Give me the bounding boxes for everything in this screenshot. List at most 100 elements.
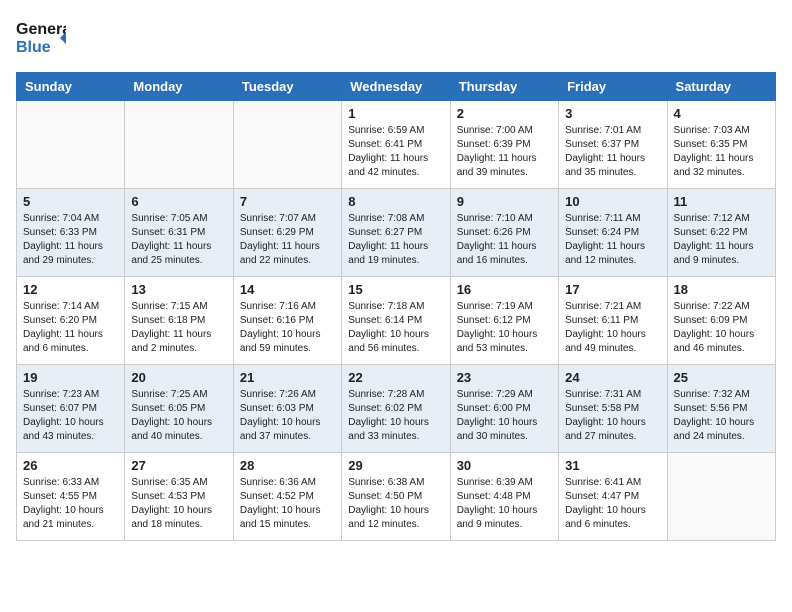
- day-info: Sunrise: 7:22 AM Sunset: 6:09 PM Dayligh…: [674, 300, 769, 356]
- weekday-header-monday: Monday: [125, 73, 233, 101]
- calendar-cell: 12 Sunrise: 7:14 AM Sunset: 6:20 PM Dayli…: [17, 277, 125, 365]
- day-info: Sunrise: 7:18 AM Sunset: 6:14 PM Dayligh…: [348, 300, 443, 356]
- calendar-cell: [125, 101, 233, 189]
- day-info: Sunrise: 7:12 AM Sunset: 6:22 PM Dayligh…: [674, 212, 769, 268]
- calendar-cell: 28 Sunrise: 6:36 AM Sunset: 4:52 PM Dayli…: [233, 453, 341, 541]
- calendar-week-row: 26 Sunrise: 6:33 AM Sunset: 4:55 PM Dayli…: [17, 453, 776, 541]
- calendar-cell: 8 Sunrise: 7:08 AM Sunset: 6:27 PM Daylig…: [342, 189, 450, 277]
- calendar-cell: 21Sunrise: 7:26 AM Sunset: 6:03 PM Dayli…: [233, 365, 341, 453]
- day-info: Sunrise: 7:08 AM Sunset: 6:27 PM Dayligh…: [348, 212, 443, 268]
- calendar-cell: 1Sunrise: 6:59 AM Sunset: 6:41 PM Daylig…: [342, 101, 450, 189]
- logo-svg: GeneralBlue: [16, 16, 66, 60]
- day-info: Sunrise: 7:01 AM Sunset: 6:37 PM Dayligh…: [565, 124, 660, 180]
- day-number: 28: [240, 458, 335, 473]
- day-number: 26: [23, 458, 118, 473]
- day-info: Sunrise: 7:23 AM Sunset: 6:07 PM Dayligh…: [23, 388, 118, 444]
- day-number: 7: [240, 194, 335, 209]
- calendar-cell: 4 Sunrise: 7:03 AM Sunset: 6:35 PM Daylig…: [667, 101, 775, 189]
- day-number: 13: [131, 282, 226, 297]
- calendar-cell: 19Sunrise: 7:23 AM Sunset: 6:07 PM Dayli…: [17, 365, 125, 453]
- calendar-cell: 13 Sunrise: 7:15 AM Sunset: 6:18 PM Dayli…: [125, 277, 233, 365]
- day-info: Sunrise: 7:21 AM Sunset: 6:11 PM Dayligh…: [565, 300, 660, 356]
- day-info: Sunrise: 7:28 AM Sunset: 6:02 PM Dayligh…: [348, 388, 443, 444]
- day-info: Sunrise: 7:07 AM Sunset: 6:29 PM Dayligh…: [240, 212, 335, 268]
- weekday-header-tuesday: Tuesday: [233, 73, 341, 101]
- day-number: 8: [348, 194, 443, 209]
- calendar-cell: 29 Sunrise: 6:38 AM Sunset: 4:50 PM Dayli…: [342, 453, 450, 541]
- calendar-cell: 31 Sunrise: 6:41 AM Sunset: 4:47 PM Dayli…: [559, 453, 667, 541]
- calendar-cell: 14 Sunrise: 7:16 AM Sunset: 6:16 PM Dayli…: [233, 277, 341, 365]
- day-number: 3: [565, 106, 660, 121]
- calendar-cell: 16 Sunrise: 7:19 AM Sunset: 6:12 PM Dayli…: [450, 277, 558, 365]
- calendar-cell: 11 Sunrise: 7:12 AM Sunset: 6:22 PM Dayli…: [667, 189, 775, 277]
- calendar-cell: 2 Sunrise: 7:00 AM Sunset: 6:39 PM Daylig…: [450, 101, 558, 189]
- day-info: Sunrise: 7:10 AM Sunset: 6:26 PM Dayligh…: [457, 212, 552, 268]
- day-info: Sunrise: 7:11 AM Sunset: 6:24 PM Dayligh…: [565, 212, 660, 268]
- calendar-cell: 26 Sunrise: 6:33 AM Sunset: 4:55 PM Dayli…: [17, 453, 125, 541]
- day-number: 30: [457, 458, 552, 473]
- day-number: 5: [23, 194, 118, 209]
- weekday-header-thursday: Thursday: [450, 73, 558, 101]
- day-info: Sunrise: 7:15 AM Sunset: 6:18 PM Dayligh…: [131, 300, 226, 356]
- day-number: 6: [131, 194, 226, 209]
- day-info: Sunrise: 7:03 AM Sunset: 6:35 PM Dayligh…: [674, 124, 769, 180]
- day-number: 20: [131, 370, 226, 385]
- day-info: Sunrise: 7:31 AM Sunset: 5:58 PM Dayligh…: [565, 388, 660, 444]
- day-info: Sunrise: 6:38 AM Sunset: 4:50 PM Dayligh…: [348, 476, 443, 532]
- day-number: 4: [674, 106, 769, 121]
- day-number: 27: [131, 458, 226, 473]
- day-info: Sunrise: 6:59 AM Sunset: 6:41 PM Dayligh…: [348, 124, 443, 180]
- day-info: Sunrise: 6:35 AM Sunset: 4:53 PM Dayligh…: [131, 476, 226, 532]
- calendar-cell: 25Sunrise: 7:32 AM Sunset: 5:56 PM Dayli…: [667, 365, 775, 453]
- calendar-cell: 9 Sunrise: 7:10 AM Sunset: 6:26 PM Daylig…: [450, 189, 558, 277]
- calendar-week-row: 19Sunrise: 7:23 AM Sunset: 6:07 PM Dayli…: [17, 365, 776, 453]
- day-number: 11: [674, 194, 769, 209]
- day-number: 16: [457, 282, 552, 297]
- calendar-week-row: 5Sunrise: 7:04 AM Sunset: 6:33 PM Daylig…: [17, 189, 776, 277]
- day-info: Sunrise: 6:36 AM Sunset: 4:52 PM Dayligh…: [240, 476, 335, 532]
- calendar-cell: 22 Sunrise: 7:28 AM Sunset: 6:02 PM Dayli…: [342, 365, 450, 453]
- day-number: 10: [565, 194, 660, 209]
- day-info: Sunrise: 7:29 AM Sunset: 6:00 PM Dayligh…: [457, 388, 552, 444]
- calendar-cell: 15Sunrise: 7:18 AM Sunset: 6:14 PM Dayli…: [342, 277, 450, 365]
- calendar-cell: 24 Sunrise: 7:31 AM Sunset: 5:58 PM Dayli…: [559, 365, 667, 453]
- calendar-cell: 5Sunrise: 7:04 AM Sunset: 6:33 PM Daylig…: [17, 189, 125, 277]
- weekday-header-wednesday: Wednesday: [342, 73, 450, 101]
- calendar-cell: 6Sunrise: 7:05 AM Sunset: 6:31 PM Daylig…: [125, 189, 233, 277]
- calendar-table: SundayMondayTuesdayWednesdayThursdayFrid…: [16, 72, 776, 541]
- weekday-header-sunday: Sunday: [17, 73, 125, 101]
- calendar-week-row: 1Sunrise: 6:59 AM Sunset: 6:41 PM Daylig…: [17, 101, 776, 189]
- day-number: 24: [565, 370, 660, 385]
- day-number: 18: [674, 282, 769, 297]
- svg-text:Blue: Blue: [16, 39, 51, 56]
- day-number: 9: [457, 194, 552, 209]
- day-number: 31: [565, 458, 660, 473]
- page-header: GeneralBlue: [16, 16, 776, 60]
- calendar-cell: 3 Sunrise: 7:01 AM Sunset: 6:37 PM Daylig…: [559, 101, 667, 189]
- day-number: 2: [457, 106, 552, 121]
- day-info: Sunrise: 6:39 AM Sunset: 4:48 PM Dayligh…: [457, 476, 552, 532]
- calendar-cell: 18 Sunrise: 7:22 AM Sunset: 6:09 PM Dayli…: [667, 277, 775, 365]
- logo: GeneralBlue: [16, 16, 66, 60]
- calendar-cell: 17 Sunrise: 7:21 AM Sunset: 6:11 PM Dayli…: [559, 277, 667, 365]
- day-number: 17: [565, 282, 660, 297]
- day-number: 29: [348, 458, 443, 473]
- day-info: Sunrise: 6:33 AM Sunset: 4:55 PM Dayligh…: [23, 476, 118, 532]
- calendar-cell: 23Sunrise: 7:29 AM Sunset: 6:00 PM Dayli…: [450, 365, 558, 453]
- day-number: 12: [23, 282, 118, 297]
- day-info: Sunrise: 7:00 AM Sunset: 6:39 PM Dayligh…: [457, 124, 552, 180]
- day-info: Sunrise: 7:16 AM Sunset: 6:16 PM Dayligh…: [240, 300, 335, 356]
- day-info: Sunrise: 7:25 AM Sunset: 6:05 PM Dayligh…: [131, 388, 226, 444]
- day-number: 22: [348, 370, 443, 385]
- day-info: Sunrise: 7:19 AM Sunset: 6:12 PM Dayligh…: [457, 300, 552, 356]
- calendar-cell: 27 Sunrise: 6:35 AM Sunset: 4:53 PM Dayli…: [125, 453, 233, 541]
- day-info: Sunrise: 6:41 AM Sunset: 4:47 PM Dayligh…: [565, 476, 660, 532]
- day-number: 14: [240, 282, 335, 297]
- calendar-cell: 7 Sunrise: 7:07 AM Sunset: 6:29 PM Daylig…: [233, 189, 341, 277]
- day-info: Sunrise: 7:14 AM Sunset: 6:20 PM Dayligh…: [23, 300, 118, 356]
- weekday-header-friday: Friday: [559, 73, 667, 101]
- calendar-week-row: 12 Sunrise: 7:14 AM Sunset: 6:20 PM Dayli…: [17, 277, 776, 365]
- calendar-cell: [233, 101, 341, 189]
- day-number: 25: [674, 370, 769, 385]
- svg-text:General: General: [16, 21, 66, 38]
